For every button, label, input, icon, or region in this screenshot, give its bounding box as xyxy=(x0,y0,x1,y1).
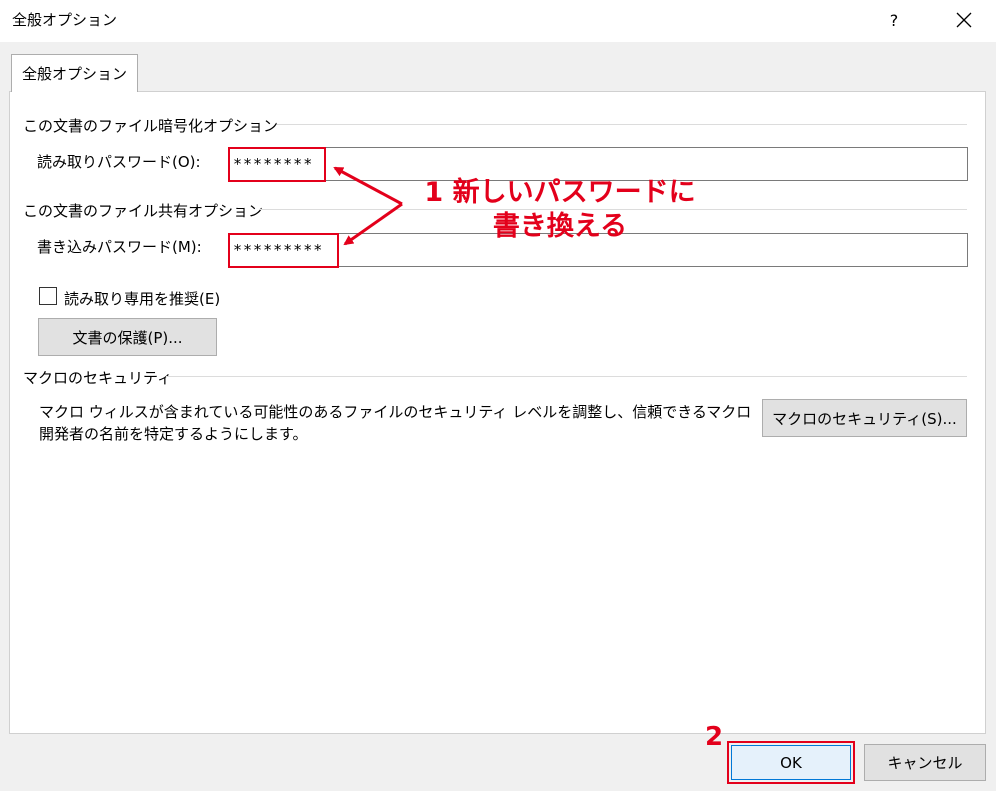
annotation-step2: 2 xyxy=(705,722,724,752)
tab-label: 全般オプション xyxy=(21,65,127,83)
ok-button-highlight xyxy=(727,741,855,784)
annotation-step1-line1: 1 新しいパスワードに xyxy=(424,177,696,208)
annotation-step1-line2: 書き換える xyxy=(492,211,628,242)
arrow-to-write-password xyxy=(343,202,403,246)
tab-general-options[interactable]: 全般オプション xyxy=(11,54,138,92)
arrow-to-read-password xyxy=(333,166,403,206)
annotation-arrows xyxy=(333,166,403,246)
annotation-step1: 1 新しいパスワードに 書き換える xyxy=(410,176,710,244)
